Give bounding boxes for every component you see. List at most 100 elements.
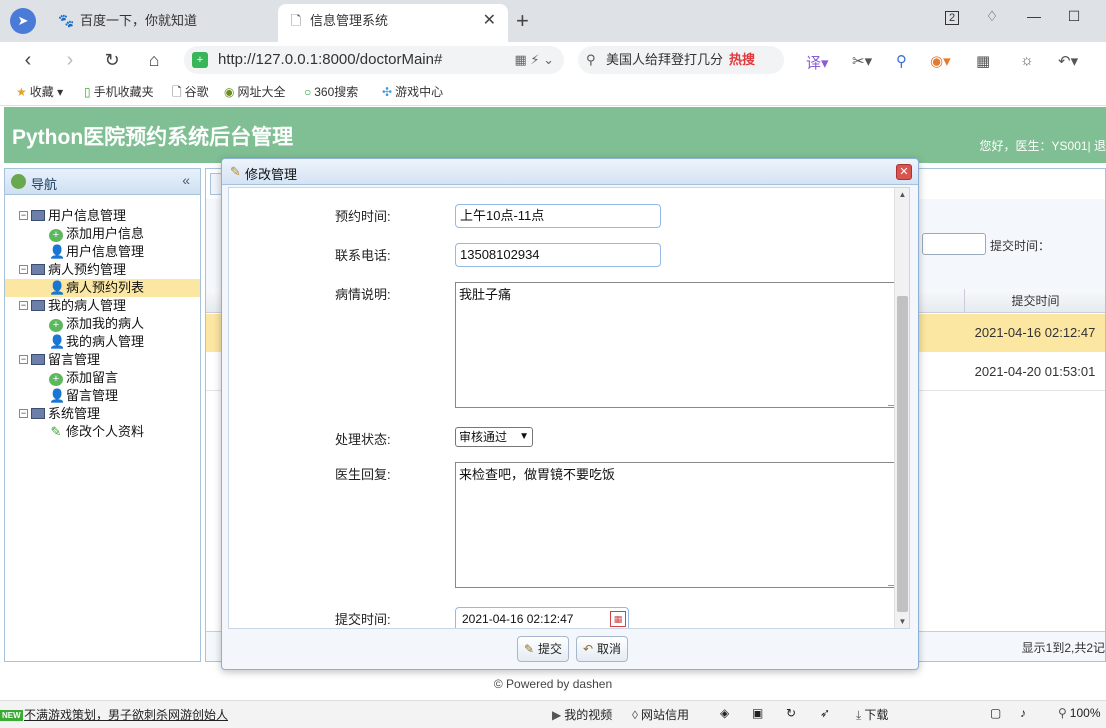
my-video-button[interactable]: ▶ 我的视频 bbox=[552, 706, 612, 723]
sidebar-item-manage-messages[interactable]: 👤留言管理 bbox=[5, 387, 200, 405]
bookmark-google[interactable]: 🗋 谷歌 bbox=[172, 83, 209, 104]
sidebar-item-label: 修改个人资料 bbox=[66, 424, 145, 439]
brightness-icon[interactable]: ☼ bbox=[1020, 52, 1034, 69]
speaker-icon[interactable]: ♪ bbox=[1020, 706, 1026, 720]
scissors-icon[interactable]: ✂▾ bbox=[852, 52, 872, 70]
new-badge: NEW bbox=[0, 710, 23, 721]
sidebar-item-messages[interactable]: − 留言管理 bbox=[5, 351, 200, 369]
page-title: Python医院预约系统后台管理 bbox=[12, 126, 294, 149]
collapse-toggle-icon[interactable]: − bbox=[19, 409, 28, 418]
condition-textarea[interactable]: 我肚子痛 bbox=[455, 282, 898, 408]
shirt-icon[interactable]: ♢ bbox=[980, 8, 1004, 25]
scroll-down-icon[interactable]: ▼ bbox=[895, 617, 909, 626]
zoom-control[interactable]: ⚲ 100% bbox=[1058, 706, 1101, 720]
tab-count-text: 2 bbox=[944, 11, 960, 25]
home-button[interactable]: ⌂ bbox=[140, 46, 168, 74]
sidebar-title: 导航 bbox=[31, 177, 58, 192]
sidebar-item-manage-patients[interactable]: 👤我的病人管理 bbox=[5, 333, 200, 351]
cancel-button[interactable]: ↶ 取消 bbox=[576, 636, 629, 662]
folder-pc-icon bbox=[31, 354, 45, 365]
browser-tab-bar: ➤ 🐾 百度一下，你就知道 🗋 信息管理系统 ✕ + 2 ♢ — ☐ bbox=[0, 0, 1106, 42]
translate-icon[interactable]: 译▾ bbox=[806, 52, 829, 73]
sidebar-item-add-user[interactable]: + 添加用户信息 bbox=[5, 225, 200, 243]
search-input[interactable]: ⚲ 美国人给拜登打几分 热搜 bbox=[578, 46, 784, 74]
sidebar-item-add-message[interactable]: + 添加留言 bbox=[5, 369, 200, 387]
window-icon[interactable]: ▢ bbox=[990, 706, 1001, 720]
sidebar-item-appointment-list[interactable]: 👤病人预约列表 bbox=[5, 279, 200, 297]
magnifier-icon[interactable]: ⚲ bbox=[896, 52, 907, 70]
sidebar-item-edit-profile[interactable]: ✎ 修改个人资料 bbox=[5, 423, 200, 441]
gamepad-icon[interactable]: ◉▾ bbox=[930, 52, 951, 70]
filter-input[interactable] bbox=[922, 233, 986, 255]
sidebar-item-user-info[interactable]: − 用户信息管理 bbox=[5, 207, 200, 225]
browser-tab-active[interactable]: 🗋 信息管理系统 ✕ bbox=[278, 4, 508, 42]
hot-search-badge: 热搜 bbox=[729, 52, 756, 67]
bookmark-games[interactable]: ✣ 游戏中心 bbox=[382, 83, 443, 100]
phone-icon: ▯ bbox=[84, 85, 91, 99]
bookmark-label: 手机收藏夹 bbox=[93, 85, 154, 99]
sidebar-item-add-patient[interactable]: + 添加我的病人 bbox=[5, 315, 200, 333]
dialog-scrollbar[interactable]: ▲ ▼ bbox=[894, 188, 909, 628]
column-header-submit-time[interactable]: 提交时间 bbox=[964, 289, 1106, 313]
collapse-toggle-icon[interactable]: − bbox=[19, 355, 28, 364]
calendar-icon[interactable]: ▦ bbox=[610, 611, 626, 627]
image-icon[interactable]: ▣ bbox=[752, 706, 763, 720]
browser-tab-baidu[interactable]: 🐾 百度一下，你就知道 bbox=[48, 4, 276, 42]
new-tab-button[interactable]: + bbox=[516, 6, 529, 36]
scroll-thumb[interactable] bbox=[897, 296, 908, 612]
admin-header: Python医院预约系统后台管理 您好，医生：YS001| 退 bbox=[4, 107, 1106, 163]
download-button[interactable]: ⤓ 下载 bbox=[856, 706, 888, 723]
collapse-toggle-icon[interactable]: − bbox=[19, 301, 28, 310]
tab-count-badge[interactable]: 2 bbox=[940, 8, 964, 25]
status-item-label: 我的视频 bbox=[564, 708, 613, 722]
sidebar-item-manage-user[interactable]: 👤用户信息管理 bbox=[5, 243, 200, 261]
undo-icon[interactable]: ↶▾ bbox=[1058, 52, 1078, 70]
apps-grid-icon[interactable]: ▦ bbox=[976, 52, 990, 70]
reply-textarea[interactable]: 来检查吧，做胃镜不要吃饭 bbox=[455, 462, 898, 588]
bookmark-360[interactable]: ○ 360搜索 bbox=[304, 83, 358, 100]
browser-logo-icon[interactable]: ➤ bbox=[10, 8, 36, 34]
phone-input[interactable]: 13508102934 bbox=[455, 243, 661, 267]
minimize-icon[interactable]: — bbox=[1022, 8, 1046, 24]
back-button[interactable]: ‹ bbox=[14, 46, 42, 74]
collapse-toggle-icon[interactable]: − bbox=[19, 265, 28, 274]
360-icon: ○ bbox=[304, 85, 312, 99]
submit-button[interactable]: ✎ 提交 bbox=[517, 636, 570, 662]
url-tools-icon[interactable]: ▦ ⚡ ⌄ bbox=[514, 46, 554, 74]
news-link[interactable]: 不满游戏策划，男子欲刺杀网游创始人 bbox=[24, 706, 228, 723]
search-icon: ⚲ bbox=[586, 52, 596, 67]
cancel-button-label: 取消 bbox=[597, 642, 622, 656]
table-cell-submit-time: 2021-04-20 01:53:01 bbox=[974, 364, 1096, 379]
bookmark-favorites[interactable]: ★ 收藏 ▾ bbox=[16, 83, 63, 100]
submit-time-label: 提交时间: bbox=[335, 612, 391, 627]
condition-text: 我肚子痛 bbox=[459, 287, 512, 302]
refresh-icon[interactable]: ↻ bbox=[786, 706, 796, 720]
submit-time-datebox[interactable]: 2021-04-16 02:12:47 ▦ bbox=[455, 607, 629, 628]
collapse-toggle-icon[interactable]: − bbox=[19, 211, 28, 220]
forward-button[interactable]: › bbox=[56, 46, 84, 74]
undo-arrow-icon: ↶ bbox=[582, 642, 594, 656]
search-text: 美国人给拜登打几分 bbox=[606, 52, 724, 67]
url-input[interactable]: + http://127.0.0.1:8000/doctorMain# ▦ ⚡ … bbox=[184, 46, 564, 74]
sidebar-item-label: 我的病人管理 bbox=[66, 334, 145, 349]
tab-close-icon[interactable]: ✕ bbox=[483, 4, 496, 38]
status-select[interactable]: 审核通过 ▼ bbox=[455, 427, 533, 447]
shield-icon[interactable]: ◈ bbox=[720, 706, 729, 720]
collapse-icon[interactable]: « bbox=[182, 172, 190, 188]
reload-button[interactable]: ↻ bbox=[98, 46, 126, 74]
nav-tree: − 用户信息管理 + 添加用户信息 👤用户信息管理 − 病人预约管理 👤病人预约列表 … bbox=[5, 195, 200, 441]
sidebar-item-appointments[interactable]: − 病人预约管理 bbox=[5, 261, 200, 279]
sidebar-item-my-patients[interactable]: − 我的病人管理 bbox=[5, 297, 200, 315]
scroll-up-icon[interactable]: ▲ bbox=[895, 190, 909, 199]
sidebar-item-system[interactable]: − 系统管理 bbox=[5, 405, 200, 423]
site-credit-button[interactable]: ◊ 网站信用 bbox=[632, 706, 689, 723]
bookmark-mobile[interactable]: ▯ 手机收藏夹 bbox=[84, 83, 154, 100]
bookmark-directory[interactable]: ◉ 网址大全 bbox=[224, 83, 286, 100]
dialog-close-icon[interactable]: ✕ bbox=[896, 164, 912, 180]
maximize-icon[interactable]: ☐ bbox=[1062, 8, 1086, 25]
appointment-time-input[interactable]: 上午10点-11点 bbox=[455, 204, 661, 228]
bookmark-label: 谷歌 bbox=[184, 85, 209, 99]
url-text: http://127.0.0.1:8000/doctorMain# bbox=[218, 51, 443, 68]
rocket-icon[interactable]: ➶ bbox=[820, 706, 830, 720]
user-greeting[interactable]: 您好，医生：YS001| 退 bbox=[980, 137, 1106, 154]
